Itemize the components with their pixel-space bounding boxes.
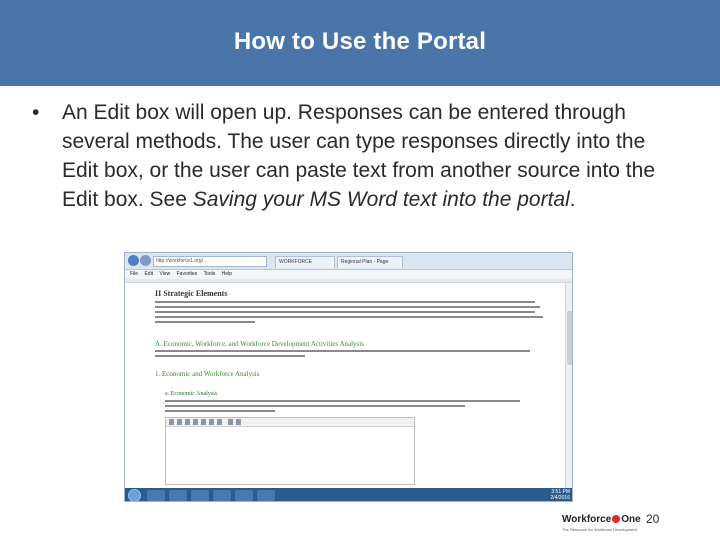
- spellcheck-icon[interactable]: [217, 419, 222, 425]
- taskbar-folder-icon[interactable]: [169, 490, 187, 501]
- browser-tab-2: Regional Plan - Page: [337, 256, 403, 268]
- logo-circle-icon: [612, 515, 621, 523]
- bullet-symbol: •: [32, 101, 40, 124]
- cut-icon[interactable]: [169, 419, 174, 425]
- taskbar-ie-icon[interactable]: [147, 490, 165, 501]
- taskbar-word-icon[interactable]: [213, 490, 231, 501]
- text-line: [155, 316, 543, 318]
- url-field: http://workforce1.org/...: [153, 256, 267, 267]
- section-heading: II Strategic Elements: [155, 289, 228, 298]
- start-button-icon[interactable]: [128, 489, 141, 501]
- bullet-end: .: [569, 188, 576, 211]
- text-line: [165, 410, 275, 412]
- menu-edit: Edit: [144, 271, 154, 277]
- subheading-economic-workforce: A. Economic, Workforce, and Workforce De…: [155, 340, 364, 348]
- text-line: [155, 321, 255, 323]
- taskbar-excel-icon[interactable]: [257, 490, 275, 501]
- menu-file: File: [130, 271, 139, 277]
- menu-tools: Tools: [203, 271, 216, 277]
- edit-box-toolbar: [166, 418, 414, 427]
- menu-favorites: Favorites: [176, 271, 198, 277]
- logo-part1: Workforce: [562, 514, 612, 525]
- menu-view: View: [159, 271, 171, 277]
- browser-menu-bar: File Edit View Favorites Tools Help: [125, 270, 572, 279]
- forward-icon: [140, 255, 151, 266]
- bullet-text: An Edit box will open up. Responses can …: [62, 98, 662, 214]
- taskbar-clock: 3:51 PM 2/4/2016: [551, 489, 570, 501]
- text-line: [155, 301, 535, 303]
- logo-part2: One: [621, 514, 641, 525]
- taskbar-media-icon[interactable]: [191, 490, 209, 501]
- undo-icon[interactable]: [228, 419, 233, 425]
- text-line: [155, 355, 305, 357]
- portal-page-content: II Strategic Elements A. Economic, Workf…: [125, 283, 565, 488]
- menu-help: Help: [221, 271, 232, 277]
- title-band: How to Use the Portal: [0, 0, 720, 86]
- vertical-scrollbar[interactable]: [565, 283, 572, 488]
- windows-taskbar: 3:51 PM 2/4/2016: [125, 488, 572, 501]
- page-number: 20: [646, 512, 660, 526]
- subheading-economic-analysis: 1. Economic and Workforce Analysis: [155, 370, 260, 378]
- text-line: [165, 400, 520, 402]
- scrollbar-thumb[interactable]: [567, 311, 572, 365]
- browser-address-bar: http://workforce1.org/... WORKFORCE Regi…: [125, 253, 572, 270]
- back-icon: [128, 255, 139, 266]
- copy-icon[interactable]: [177, 419, 182, 425]
- text-line: [155, 306, 540, 308]
- redo-icon[interactable]: [236, 419, 241, 425]
- paste-text-icon[interactable]: [193, 419, 198, 425]
- browser-tab-1: WORKFORCE: [275, 256, 335, 268]
- paste-word-icon[interactable]: [201, 419, 206, 425]
- portal-screenshot: http://workforce1.org/... WORKFORCE Regi…: [124, 252, 573, 502]
- text-line: [155, 350, 530, 352]
- slide-title: How to Use the Portal: [233, 28, 487, 55]
- print-icon[interactable]: [209, 419, 214, 425]
- text-line: [165, 405, 465, 407]
- text-line: [155, 311, 535, 313]
- taskbar-outlook-icon[interactable]: [235, 490, 253, 501]
- saving-word-text-reference: Saving your MS Word text into the portal: [192, 188, 570, 211]
- paste-icon[interactable]: [185, 419, 190, 425]
- logo-tagline: The Resource for Workforce Development: [562, 527, 637, 532]
- workforce-one-logo: Workforce One: [562, 514, 641, 525]
- taskbar-date: 2/4/2016: [550, 495, 570, 501]
- edit-box[interactable]: [165, 417, 415, 485]
- subheading-economic-analysis-item: a. Economic Analysis: [165, 391, 218, 397]
